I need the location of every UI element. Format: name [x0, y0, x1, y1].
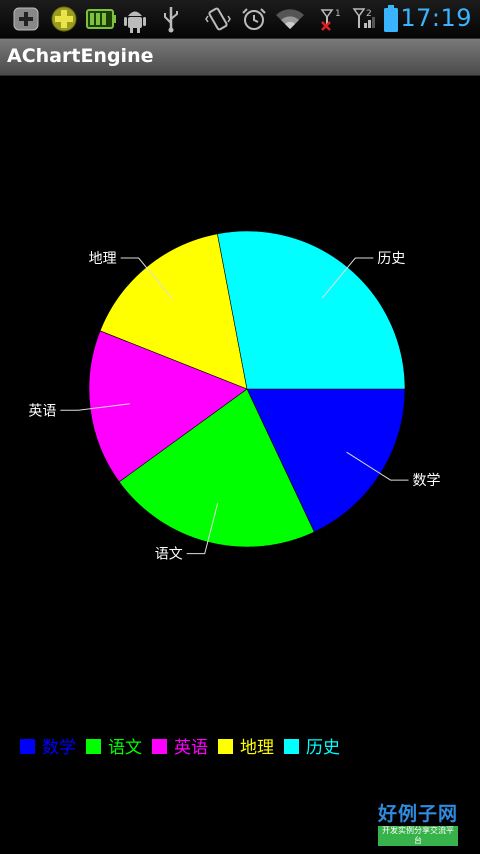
legend-swatch-chinese [86, 739, 101, 754]
pie-label-math: 数学 [413, 473, 441, 489]
legend-label-geography: 地理 [240, 738, 274, 758]
pie-label-chinese: 语文 [155, 547, 183, 563]
signal-1-label: 1 [335, 9, 341, 19]
watermark-sub: 开发实例分享交流平台 [378, 826, 458, 846]
signal-icon: 2 [352, 8, 375, 28]
add-notification-icon [13, 7, 39, 31]
usb-icon [164, 7, 178, 33]
legend-label-chinese: 语文 [108, 738, 142, 758]
battery-icon [384, 5, 398, 32]
legend-swatch-math [20, 739, 35, 754]
signal-2-label: 2 [366, 9, 372, 19]
android-debug-icon [124, 11, 146, 33]
pie-label-history: 历史 [377, 251, 405, 267]
watermark-main: 好例子网 [378, 803, 459, 825]
vibrate-icon [205, 7, 231, 31]
legend-label-history: 历史 [306, 738, 340, 758]
no-signal-icon: 1 [320, 9, 341, 31]
legend-swatch-english [152, 739, 167, 754]
status-bar: 1 2 17:19 [0, 0, 480, 39]
pie-label-geography: 地理 [89, 251, 117, 267]
battery-charging-icon [86, 9, 116, 29]
legend-swatch-history [284, 739, 299, 754]
title-bar: AChartEngine [0, 39, 480, 76]
legend-swatch-geography [218, 739, 233, 754]
clock: 17:19 [400, 4, 472, 32]
app-title: AChartEngine [7, 45, 154, 67]
pie-label-english: 英语 [28, 402, 56, 419]
legend-label-english: 英语 [174, 738, 208, 758]
wifi-icon [276, 9, 304, 29]
legend-label-math: 数学 [42, 738, 76, 758]
alarm-icon [242, 8, 266, 30]
watermark-logo: 好例子网 开发实例分享交流平台 [378, 803, 458, 846]
pie-chart-canvas: 数学语文 英语 地理 历史 [28, 230, 441, 563]
pie-chart: 数学 语文 英语 地理 历史 [0, 76, 480, 776]
game-icon [51, 6, 77, 32]
